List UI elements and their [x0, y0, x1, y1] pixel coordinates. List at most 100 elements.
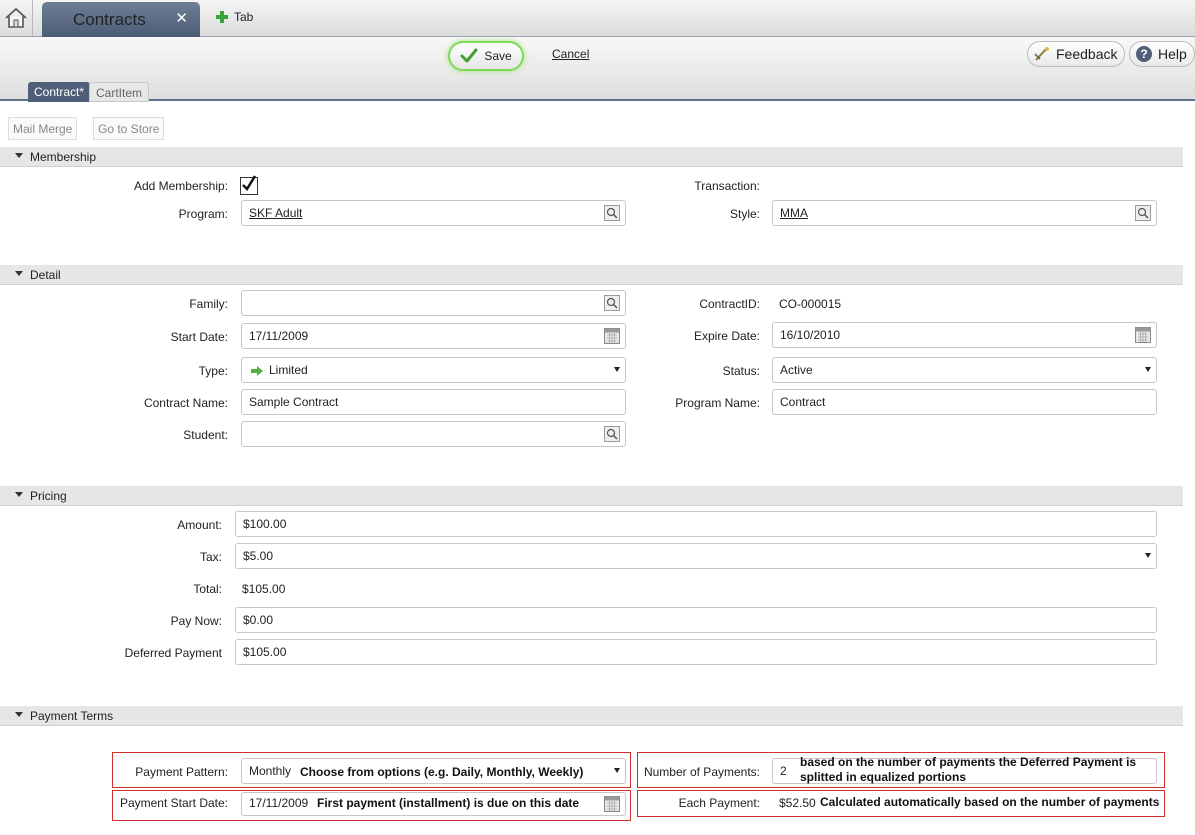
lookup-icon[interactable] [604, 426, 620, 442]
expire-date-label: Expire Date: [693, 329, 760, 343]
lookup-icon[interactable] [1135, 205, 1151, 221]
collapse-arrow-icon [15, 492, 23, 497]
each-payment-value: $52.50 [779, 796, 816, 810]
chevron-down-icon[interactable] [1145, 367, 1151, 372]
style-value[interactable]: MMA [780, 206, 808, 220]
program-label: Program: [178, 207, 228, 221]
feedback-button[interactable]: Feedback [1027, 41, 1126, 67]
section-title: Detail [30, 268, 61, 282]
collapse-arrow-icon [15, 712, 23, 717]
expire-date-value: 16/10/2010 [780, 328, 841, 342]
deferred-payment-label: Deferred Payment [124, 646, 222, 660]
payment-pattern-label: Payment Pattern: [135, 765, 228, 779]
help-label: Help [1158, 46, 1187, 62]
mail-merge-button[interactable]: Mail Merge [8, 117, 78, 140]
style-lookup-field[interactable]: MMA [772, 200, 1157, 226]
section-detail[interactable]: Detail [0, 265, 1183, 285]
tax-label: Tax: [199, 550, 222, 564]
contract-name-input[interactable]: Sample Contract [241, 389, 626, 415]
tab-contracts[interactable]: Contracts ✕ [42, 2, 200, 38]
start-date-field[interactable]: 17/11/2009 [241, 323, 626, 349]
payment-start-date-note: First payment (installment) is due on th… [317, 796, 580, 810]
amount-label: Amount: [177, 518, 222, 532]
number-of-payments-label: Number of Payments: [643, 765, 760, 779]
tax-value: $5.00 [243, 549, 274, 563]
subtab-contract[interactable]: Contract* [28, 82, 91, 102]
section-payment-terms[interactable]: Payment Terms [0, 706, 1183, 726]
program-lookup-field[interactable]: SKF Adult [241, 200, 626, 226]
deferred-payment-value: $105.00 [243, 645, 287, 659]
status-value: Active [780, 363, 813, 377]
payment-pattern-note: Choose from options (e.g. Daily, Monthly… [300, 765, 584, 779]
start-date-value: 17/11/2009 [249, 329, 309, 343]
style-label: Style: [729, 207, 760, 221]
home-icon [5, 7, 27, 28]
pay-now-value: $0.00 [243, 613, 274, 627]
section-pricing[interactable]: Pricing [0, 486, 1183, 506]
student-lookup-field[interactable] [241, 421, 626, 447]
status-label: Status: [722, 364, 760, 378]
feedback-label: Feedback [1056, 46, 1118, 62]
section-title: Pricing [30, 489, 67, 503]
payment-start-date-label: Payment Start Date: [119, 796, 228, 810]
add-membership-checkbox[interactable] [240, 175, 258, 195]
home-button[interactable] [0, 0, 33, 36]
collapse-arrow-icon [15, 271, 23, 276]
number-of-payments-value: 2 [780, 764, 787, 778]
cancel-link[interactable]: Cancel [552, 47, 589, 61]
payment-start-date-value: 17/11/2009 [249, 796, 309, 810]
pay-now-input[interactable]: $0.00 [235, 607, 1157, 633]
program-name-label: Program Name: [675, 396, 760, 410]
new-tab-label: Tab [234, 10, 254, 24]
contract-id-label: ContractID: [699, 297, 760, 311]
family-label: Family: [189, 297, 228, 311]
top-tab-bar: Contracts ✕ Tab [0, 0, 1195, 38]
program-name-value: Contract [780, 395, 826, 409]
pay-now-label: Pay Now: [170, 614, 222, 628]
section-membership[interactable]: Membership [0, 147, 1183, 167]
toolbar: Save Cancel Feedback ? Help Contract* Ca… [0, 37, 1195, 102]
chevron-down-icon[interactable] [1145, 553, 1151, 558]
type-select[interactable]: Limited [241, 357, 626, 383]
total-value: $105.00 [242, 582, 286, 596]
family-lookup-field[interactable] [241, 290, 626, 316]
tab-contracts-label: Contracts [73, 10, 146, 29]
deferred-payment-input[interactable]: $105.00 [235, 639, 1157, 665]
number-of-payments-note: based on the number of payments the Defe… [800, 755, 1137, 784]
student-label: Student: [183, 428, 228, 442]
type-value: Limited [269, 363, 308, 377]
amount-value: $100.00 [243, 517, 287, 531]
each-payment-note: Calculated automatically based on the nu… [820, 795, 1160, 809]
program-value[interactable]: SKF Adult [249, 206, 302, 220]
chevron-down-icon[interactable] [614, 768, 620, 773]
collapse-arrow-icon [15, 153, 23, 158]
plus-icon [216, 11, 228, 23]
save-label: Save [484, 49, 512, 63]
tax-select[interactable]: $5.00 [235, 543, 1157, 569]
program-name-input[interactable]: Contract [772, 389, 1157, 415]
status-select[interactable]: Active [772, 357, 1157, 383]
feedback-icon [1034, 47, 1049, 61]
calendar-icon[interactable] [1135, 327, 1151, 343]
help-button[interactable]: ? Help [1129, 41, 1195, 67]
go-to-store-button[interactable]: Go to Store [93, 117, 165, 140]
start-date-label: Start Date: [170, 330, 228, 344]
checkmark-icon [242, 175, 257, 192]
save-button[interactable]: Save [448, 41, 524, 71]
section-title: Payment Terms [30, 709, 114, 723]
svg-text:?: ? [1140, 47, 1147, 61]
subtab-cartitem[interactable]: CartItem [89, 82, 150, 102]
expire-date-field[interactable]: 16/10/2010 [772, 322, 1157, 348]
contract-id-value: CO-000015 [779, 297, 842, 311]
type-label: Type: [198, 364, 228, 378]
payment-pattern-value: Monthly [249, 764, 292, 778]
new-tab-button[interactable]: Tab [215, 10, 253, 24]
amount-input[interactable]: $100.00 [235, 511, 1157, 537]
total-label: Total: [193, 582, 222, 596]
section-title: Membership [30, 150, 97, 164]
close-icon[interactable]: ✕ [175, 9, 188, 27]
contract-name-value: Sample Contract [249, 395, 339, 409]
help-icon: ? [1136, 46, 1152, 62]
calendar-icon[interactable] [604, 796, 620, 812]
contract-name-label: Contract Name: [143, 396, 228, 410]
